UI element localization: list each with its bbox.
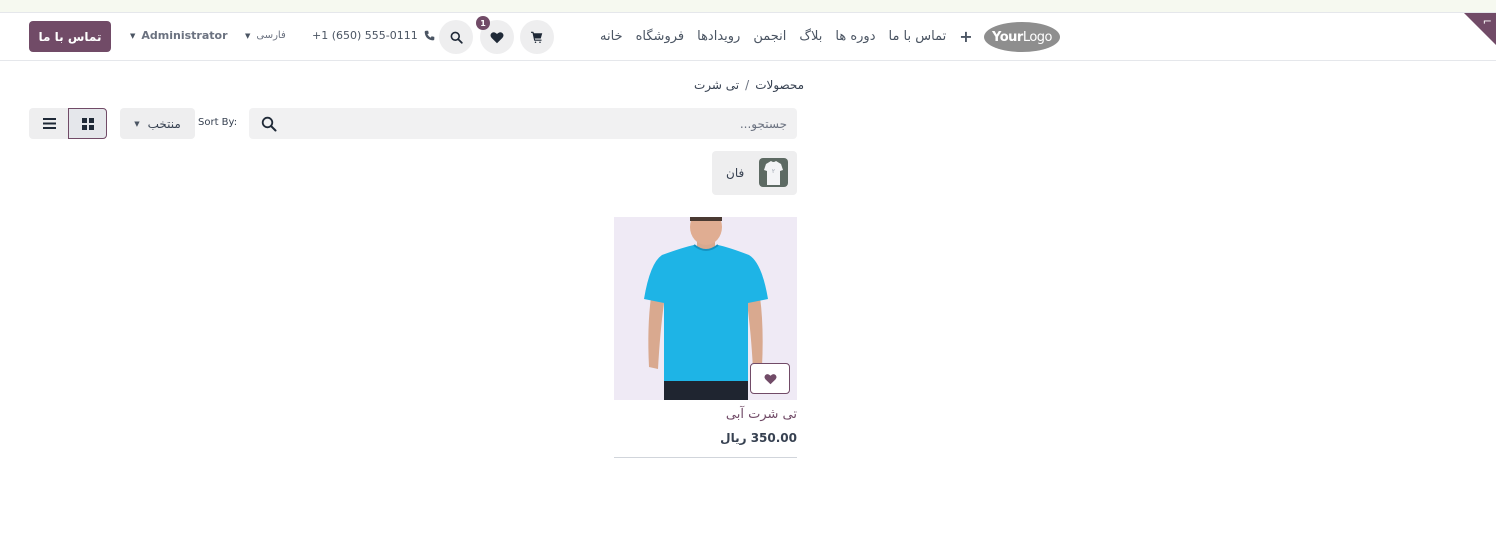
contact-us-button[interactable]: تماس با ما — [29, 21, 111, 52]
nav-item-blog[interactable]: بلاگ — [799, 29, 822, 44]
user-name: Administrator — [141, 29, 228, 42]
breadcrumb: محصولات / تی شرت — [694, 78, 804, 92]
grid-view-button[interactable] — [68, 108, 107, 139]
cart-icon — [531, 31, 543, 43]
sort-dropdown[interactable]: ▼ منتخب — [120, 108, 195, 139]
phone-icon — [424, 30, 435, 41]
top-strip — [0, 0, 1496, 13]
add-menu-icon[interactable]: + — [959, 27, 972, 46]
attribute-image: ٢ — [759, 158, 788, 187]
caret-down-icon: ▼ — [134, 119, 140, 128]
breadcrumb-separator: / — [745, 78, 750, 92]
attribute-filter-chip[interactable]: فان ٢ — [712, 151, 797, 195]
nav-item-events[interactable]: رویدادها — [697, 29, 740, 44]
heart-icon — [490, 31, 504, 43]
site-header: تماس با ما ▼ Administrator ▼ فارسی +1 (6… — [0, 13, 1496, 61]
product-name[interactable]: تی شرت آبی — [726, 407, 797, 422]
nav-item-contact[interactable]: تماس با ما — [889, 29, 947, 44]
nav-item-courses[interactable]: دوره ها — [835, 29, 875, 44]
sort-value: منتخب — [147, 116, 181, 131]
add-to-wishlist-button[interactable] — [750, 363, 790, 394]
user-menu[interactable]: ▼ Administrator — [130, 29, 228, 42]
search-icon — [450, 31, 463, 44]
breadcrumb-products[interactable]: محصولات — [755, 78, 804, 92]
product-price: 350.00 ریال — [720, 431, 797, 445]
list-view-button[interactable] — [29, 108, 69, 139]
heart-icon — [763, 373, 777, 384]
search-button[interactable] — [439, 20, 473, 54]
logo-text-light: Logo — [1022, 29, 1053, 45]
breadcrumb-current: تی شرت — [694, 78, 740, 92]
search-icon[interactable] — [261, 116, 277, 132]
phone-number: +1 (650) 555-0111 — [312, 29, 418, 42]
logo-text-bold: Your — [991, 29, 1023, 45]
sort-label: Sort By: — [198, 117, 238, 128]
svg-text:٢: ٢ — [772, 168, 775, 175]
main-nav: خانه فروشگاه رویدادها انجمن بلاگ دوره ها… — [600, 27, 973, 46]
nav-item-home[interactable]: خانه — [600, 29, 623, 44]
list-icon — [42, 118, 56, 129]
grid-icon — [81, 117, 94, 130]
caret-down-icon: ▼ — [245, 31, 251, 40]
attribute-label: فان — [726, 166, 745, 180]
wishlist-count-badge: 1 — [476, 16, 490, 30]
product-card[interactable]: تی شرت آبی 350.00 ریال — [614, 217, 797, 458]
site-logo[interactable]: Your Logo — [984, 22, 1060, 52]
search-input[interactable] — [297, 108, 797, 139]
phone-link[interactable]: +1 (650) 555-0111 — [312, 29, 435, 42]
nav-item-forum[interactable]: انجمن — [753, 29, 786, 44]
caret-down-icon: ▼ — [130, 31, 136, 40]
language-label: فارسی — [256, 30, 286, 41]
language-selector[interactable]: ▼ فارسی — [245, 30, 286, 41]
product-search — [249, 108, 797, 139]
cart-button[interactable] — [520, 20, 554, 54]
corner-arrow-icon: ⌐ — [1482, 15, 1492, 28]
nav-item-shop[interactable]: فروشگاه — [636, 29, 685, 44]
